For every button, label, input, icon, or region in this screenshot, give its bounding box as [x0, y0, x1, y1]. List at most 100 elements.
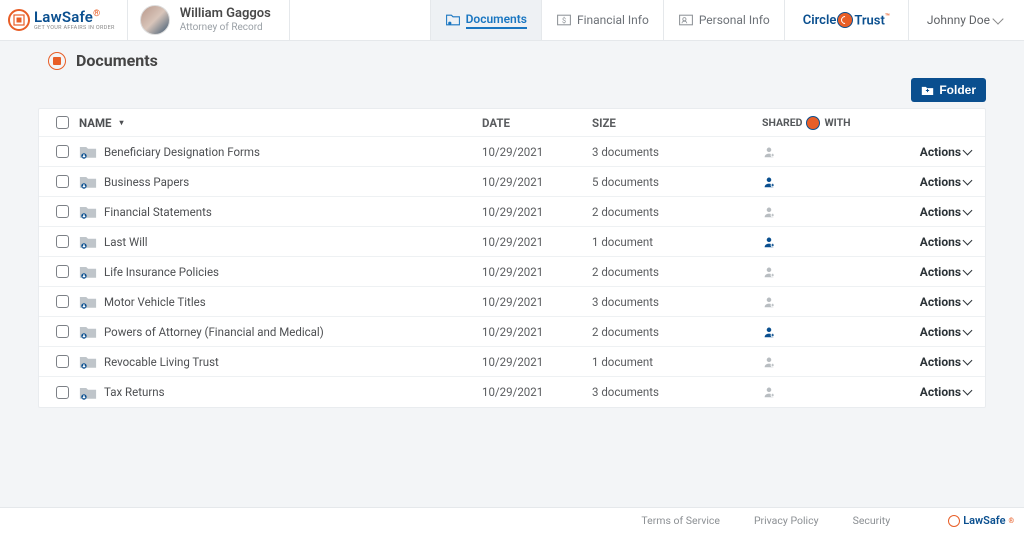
table-row[interactable]: Last Will10/29/20211 document Actions	[39, 227, 985, 257]
table-row[interactable]: Business Papers10/29/20215 documents Acti…	[39, 167, 985, 197]
row-date: 10/29/2021	[482, 235, 592, 249]
row-actions[interactable]: Actions	[917, 325, 977, 339]
user-menu[interactable]: Johnny Doe	[909, 13, 1024, 27]
table-row[interactable]: Powers of Attorney (Financial and Medica…	[39, 317, 985, 347]
folder-icon	[79, 234, 97, 249]
row-actions[interactable]: Actions	[917, 265, 977, 279]
row-size: 5 documents	[592, 175, 762, 189]
actions-label: Actions	[920, 175, 961, 189]
row-actions[interactable]: Actions	[917, 355, 977, 369]
brand-mark-icon	[8, 9, 30, 31]
row-checkbox[interactable]	[56, 265, 69, 278]
shared-user-icon	[762, 145, 776, 159]
nav-documents-label: Documents	[466, 12, 527, 29]
row-actions[interactable]: Actions	[917, 295, 977, 309]
row-checkbox[interactable]	[56, 355, 69, 368]
row-date: 10/29/2021	[482, 205, 592, 219]
row-actions[interactable]: Actions	[917, 385, 977, 399]
nav-financial[interactable]: $ Financial Info	[541, 0, 663, 40]
row-name-cell[interactable]: Tax Returns	[77, 385, 482, 400]
footer-terms[interactable]: Terms of Service	[641, 514, 720, 527]
row-size: 1 document	[592, 235, 762, 249]
row-name-cell[interactable]: Financial Statements	[77, 204, 482, 219]
documents-table: NAME▾ DATE SIZE SHARED WITH Beneficiary …	[38, 108, 986, 408]
row-actions[interactable]: Actions	[917, 235, 977, 249]
attorney-block[interactable]: William Gaggos Attorney of Record	[128, 0, 290, 40]
folder-icon	[79, 264, 97, 279]
folder-icon	[79, 324, 97, 339]
row-shared	[762, 145, 917, 159]
select-all-checkbox[interactable]	[56, 116, 69, 129]
row-name-cell[interactable]: Beneficiary Designation Forms	[77, 144, 482, 159]
row-size: 2 documents	[592, 265, 762, 279]
folder-icon	[79, 354, 97, 369]
footer-privacy[interactable]: Privacy Policy	[754, 514, 819, 527]
row-checkbox[interactable]	[56, 386, 69, 399]
table-row[interactable]: Life Insurance Policies 10/29/20212 docum…	[39, 257, 985, 287]
col-size[interactable]: SIZE	[592, 116, 762, 130]
nav-documents[interactable]: Documents	[430, 0, 541, 40]
trust-label: Trust	[854, 13, 885, 28]
actions-label: Actions	[920, 295, 961, 309]
row-name-cell[interactable]: Business Papers	[77, 174, 482, 189]
table-row[interactable]: Beneficiary Designation Forms10/29/20213…	[39, 137, 985, 167]
row-checkbox[interactable]	[56, 145, 69, 158]
row-size: 1 document	[592, 355, 762, 369]
col-date[interactable]: DATE	[482, 116, 592, 130]
footer-brand: LawSafe®	[948, 514, 1014, 527]
row-checkbox[interactable]	[56, 205, 69, 218]
row-actions[interactable]: Actions	[917, 175, 977, 189]
nav-circle-trust[interactable]: Circle Trust™	[784, 0, 909, 40]
shared-user-icon	[762, 265, 776, 279]
row-shared	[762, 385, 917, 399]
row-name-cell[interactable]: Last Will	[77, 234, 482, 249]
nav-personal-label: Personal Info	[699, 13, 770, 27]
row-actions[interactable]: Actions	[917, 205, 977, 219]
footer-security[interactable]: Security	[853, 514, 891, 527]
row-name-cell[interactable]: Life Insurance Policies	[77, 264, 482, 279]
row-date: 10/29/2021	[482, 175, 592, 189]
chevron-down-icon	[963, 175, 973, 185]
chevron-down-icon	[963, 355, 973, 365]
circle-label: Circle	[803, 13, 837, 28]
row-name: Beneficiary Designation Forms	[104, 145, 260, 159]
personal-icon	[678, 13, 694, 27]
row-size: 3 documents	[592, 295, 762, 309]
chevron-down-icon	[992, 13, 1003, 24]
table-row[interactable]: Tax Returns10/29/20213 documentsActions	[39, 377, 985, 407]
attorney-avatar	[140, 5, 170, 35]
row-shared	[762, 175, 917, 189]
row-name-cell[interactable]: Powers of Attorney (Financial and Medica…	[77, 324, 482, 339]
col-shared[interactable]: SHARED WITH	[762, 116, 917, 130]
row-checkbox[interactable]	[56, 175, 69, 188]
table-row[interactable]: Financial Statements10/29/20212 document…	[39, 197, 985, 227]
new-folder-button[interactable]: Folder	[911, 78, 986, 102]
footer-brand-icon	[948, 515, 960, 527]
row-actions[interactable]: Actions	[917, 145, 977, 159]
table-row[interactable]: Revocable Living Trust10/29/20211 docume…	[39, 347, 985, 377]
brand-logo[interactable]: LawSafe® GET YOUR AFFAIRS IN ORDER	[0, 0, 128, 40]
folder-icon	[79, 385, 97, 400]
row-date: 10/29/2021	[482, 265, 592, 279]
user-name: Johnny Doe	[927, 13, 990, 27]
row-shared	[762, 235, 917, 249]
row-checkbox[interactable]	[56, 235, 69, 248]
attorney-name: William Gaggos	[180, 7, 271, 21]
toolbar: Folder	[0, 74, 1024, 108]
actions-label: Actions	[920, 385, 961, 399]
chevron-down-icon	[963, 265, 973, 275]
folder-icon	[79, 204, 97, 219]
row-date: 10/29/2021	[482, 325, 592, 339]
shared-user-icon	[762, 235, 776, 249]
table-row[interactable]: Motor Vehicle Titles10/29/20213 document…	[39, 287, 985, 317]
row-name: Life Insurance Policies	[104, 265, 219, 279]
row-checkbox[interactable]	[56, 325, 69, 338]
col-name[interactable]: NAME▾	[77, 116, 482, 130]
row-name-cell[interactable]: Motor Vehicle Titles	[77, 294, 482, 309]
row-name: Tax Returns	[104, 385, 165, 399]
row-name: Powers of Attorney (Financial and Medica…	[104, 325, 324, 339]
row-name-cell[interactable]: Revocable Living Trust	[77, 354, 482, 369]
nav-personal[interactable]: Personal Info	[663, 0, 784, 40]
actions-label: Actions	[920, 145, 961, 159]
row-checkbox[interactable]	[56, 295, 69, 308]
